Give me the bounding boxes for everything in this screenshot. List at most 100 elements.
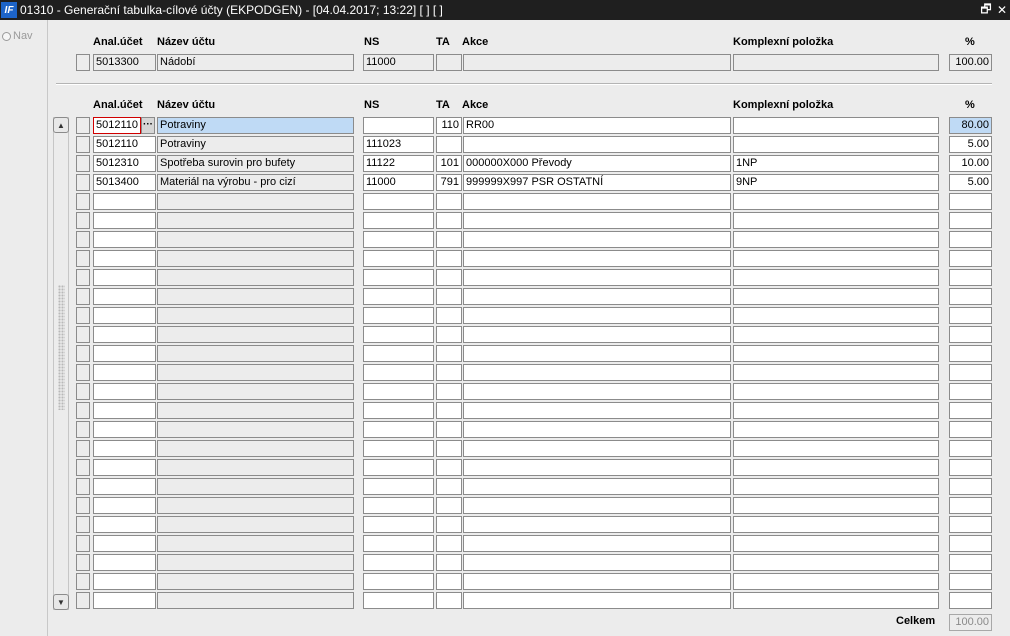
akce-field[interactable] xyxy=(463,535,731,552)
percent-field[interactable]: 80.00 xyxy=(949,117,992,134)
ta-field[interactable] xyxy=(436,497,462,514)
ns-field[interactable] xyxy=(363,288,434,305)
anal-ucet-field[interactable] xyxy=(93,497,156,514)
komplexni-polozka-field[interactable] xyxy=(733,459,939,476)
percent-field[interactable]: 10.00 xyxy=(949,155,992,172)
row-selector[interactable] xyxy=(76,288,90,305)
ns-field[interactable] xyxy=(363,231,434,248)
row-selector[interactable] xyxy=(76,307,90,324)
ta-field[interactable] xyxy=(436,383,462,400)
ta-field[interactable]: 110 xyxy=(436,117,462,134)
komplexni-polozka-field[interactable]: 1NP xyxy=(733,155,939,172)
anal-ucet-field[interactable] xyxy=(93,440,156,457)
restore-window-icon[interactable]: 🗗 xyxy=(978,0,994,21)
nazev-uctu-field[interactable] xyxy=(157,421,354,438)
ta-field[interactable] xyxy=(436,345,462,362)
row-selector[interactable] xyxy=(76,364,90,381)
row-selector[interactable] xyxy=(76,497,90,514)
row-selector[interactable] xyxy=(76,345,90,362)
row-selector[interactable] xyxy=(76,573,90,590)
percent-field[interactable] xyxy=(949,345,992,362)
anal-ucet-field[interactable] xyxy=(93,383,156,400)
source-ta-field[interactable] xyxy=(436,54,462,71)
row-selector[interactable] xyxy=(76,155,90,172)
ta-field[interactable] xyxy=(436,516,462,533)
source-ns-field[interactable]: 11000 xyxy=(363,54,434,71)
nazev-uctu-field[interactable] xyxy=(157,212,354,229)
ta-field[interactable] xyxy=(436,573,462,590)
anal-ucet-field[interactable]: 5012310 xyxy=(93,155,156,172)
percent-field[interactable] xyxy=(949,288,992,305)
percent-field[interactable] xyxy=(949,516,992,533)
percent-field[interactable]: 5.00 xyxy=(949,136,992,153)
komplexni-polozka-field[interactable] xyxy=(733,231,939,248)
anal-ucet-field[interactable] xyxy=(93,307,156,324)
percent-field[interactable] xyxy=(949,421,992,438)
akce-field[interactable] xyxy=(463,364,731,381)
akce-field[interactable] xyxy=(463,288,731,305)
akce-field[interactable] xyxy=(463,136,731,153)
row-selector[interactable] xyxy=(76,554,90,571)
ta-field[interactable] xyxy=(436,554,462,571)
nazev-uctu-field[interactable] xyxy=(157,383,354,400)
komplexni-polozka-field[interactable] xyxy=(733,288,939,305)
nazev-uctu-field[interactable] xyxy=(157,307,354,324)
row-selector[interactable] xyxy=(76,383,90,400)
anal-ucet-field[interactable] xyxy=(93,193,156,210)
ns-field[interactable] xyxy=(363,193,434,210)
nazev-uctu-field[interactable] xyxy=(157,592,354,609)
ta-field[interactable] xyxy=(436,402,462,419)
nazev-uctu-field[interactable]: Potraviny xyxy=(157,117,354,134)
akce-field[interactable]: 000000X000 Převody xyxy=(463,155,731,172)
ns-field[interactable] xyxy=(363,402,434,419)
percent-field[interactable] xyxy=(949,478,992,495)
komplexni-polozka-field[interactable] xyxy=(733,440,939,457)
komplexni-polozka-field[interactable] xyxy=(733,326,939,343)
source-komplex-field[interactable] xyxy=(733,54,939,71)
percent-field[interactable] xyxy=(949,497,992,514)
akce-field[interactable] xyxy=(463,345,731,362)
akce-field[interactable] xyxy=(463,554,731,571)
komplexni-polozka-field[interactable] xyxy=(733,307,939,324)
scroll-down-button[interactable]: ▼ xyxy=(53,594,69,610)
nazev-uctu-field[interactable] xyxy=(157,269,354,286)
ns-field[interactable]: 111023 xyxy=(363,136,434,153)
ta-field[interactable] xyxy=(436,440,462,457)
nazev-uctu-field[interactable] xyxy=(157,440,354,457)
nazev-uctu-field[interactable] xyxy=(157,402,354,419)
ns-field[interactable]: 11000 xyxy=(363,174,434,191)
komplexni-polozka-field[interactable] xyxy=(733,478,939,495)
akce-field[interactable] xyxy=(463,231,731,248)
akce-field[interactable] xyxy=(463,440,731,457)
percent-field[interactable] xyxy=(949,193,992,210)
akce-field[interactable] xyxy=(463,592,731,609)
ns-field[interactable] xyxy=(363,117,434,134)
anal-ucet-field[interactable]: 5012110 xyxy=(93,136,156,153)
ns-field[interactable] xyxy=(363,573,434,590)
row-selector[interactable] xyxy=(76,478,90,495)
nazev-uctu-field[interactable] xyxy=(157,193,354,210)
komplexni-polozka-field[interactable] xyxy=(733,554,939,571)
ta-field[interactable] xyxy=(436,136,462,153)
nazev-uctu-field[interactable] xyxy=(157,497,354,514)
row-selector[interactable] xyxy=(76,117,90,134)
percent-field[interactable] xyxy=(949,554,992,571)
akce-field[interactable] xyxy=(463,478,731,495)
nazev-uctu-field[interactable]: Materiál na výrobu - pro cizí xyxy=(157,174,354,191)
anal-ucet-field[interactable] xyxy=(93,345,156,362)
anal-ucet-field[interactable] xyxy=(93,231,156,248)
close-window-icon[interactable]: ✕ xyxy=(994,3,1010,17)
row-selector[interactable] xyxy=(76,459,90,476)
komplexni-polozka-field[interactable] xyxy=(733,516,939,533)
akce-field[interactable] xyxy=(463,250,731,267)
row-selector[interactable] xyxy=(76,592,90,609)
nazev-uctu-field[interactable]: Potraviny xyxy=(157,136,354,153)
anal-ucet-field[interactable] xyxy=(93,212,156,229)
nazev-uctu-field[interactable] xyxy=(157,288,354,305)
row-selector[interactable] xyxy=(76,326,90,343)
komplexni-polozka-field[interactable] xyxy=(733,535,939,552)
row-selector[interactable] xyxy=(76,231,90,248)
row-selector[interactable] xyxy=(76,440,90,457)
ellipsis-icon[interactable]: ··· xyxy=(141,117,155,134)
percent-field[interactable] xyxy=(949,592,992,609)
